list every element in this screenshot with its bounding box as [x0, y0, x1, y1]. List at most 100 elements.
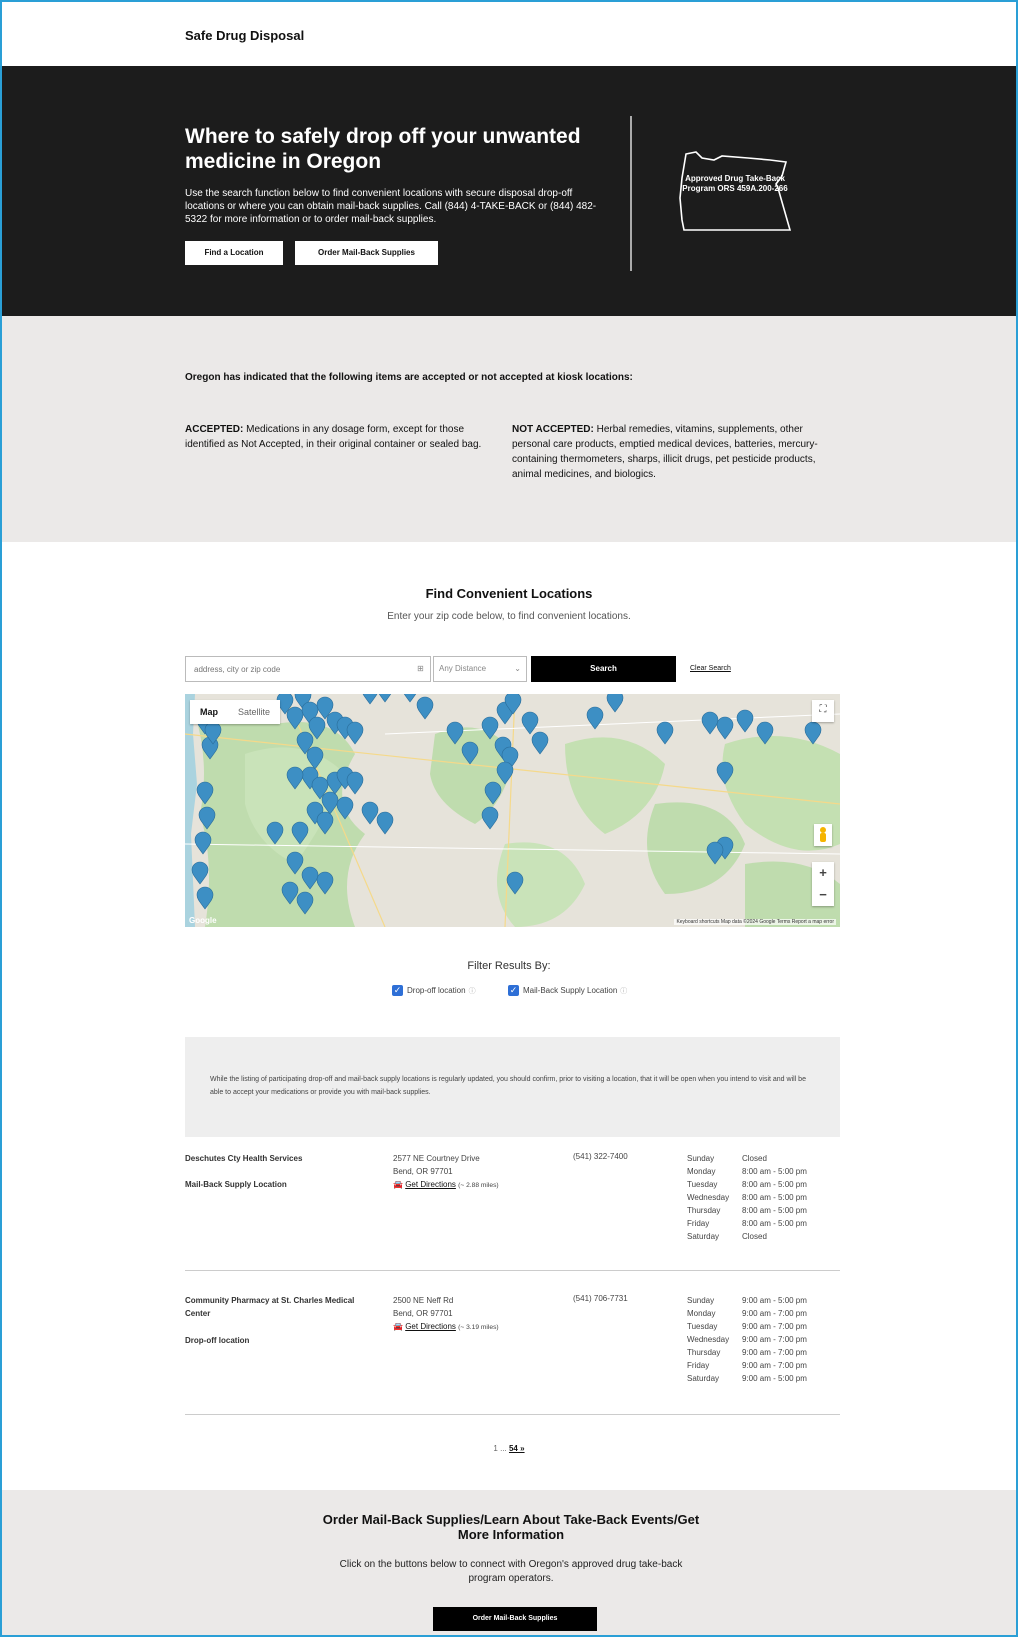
map-pin-icon[interactable]: [196, 781, 214, 805]
info-icon[interactable]: ⓘ: [620, 986, 627, 996]
map-pin-icon[interactable]: [346, 721, 364, 745]
map-pin-icon[interactable]: [804, 721, 822, 745]
pagination-prefix[interactable]: 1 ...: [493, 1444, 509, 1453]
map-pin-icon[interactable]: [316, 811, 334, 835]
directions-link[interactable]: 🚘 Get Directions (~ 2.88 miles): [393, 1178, 499, 1192]
clear-search-link[interactable]: Clear Search: [690, 665, 731, 672]
site-brand[interactable]: Safe Drug Disposal: [185, 28, 304, 43]
checkbox-checked-icon[interactable]: ✓: [392, 985, 403, 996]
map-pin-icon[interactable]: [361, 801, 379, 825]
map-pin-icon[interactable]: [336, 796, 354, 820]
zoom-control: + −: [812, 862, 834, 906]
result-name: Community Pharmacy at St. Charles Medica…: [185, 1296, 355, 1318]
hero-body: Use the search function below to find co…: [185, 188, 597, 225]
result-phone[interactable]: (541) 706-7731: [573, 1294, 628, 1303]
result-row: Community Pharmacy at St. Charles Medica…: [185, 1294, 840, 1394]
map-pin-icon[interactable]: [521, 711, 539, 735]
footer-title: Order Mail-Back Supplies/Learn About Tak…: [322, 1512, 700, 1542]
map-pin-icon[interactable]: [531, 731, 549, 755]
distance-label: (~ 3.19 miles): [458, 1324, 499, 1331]
map-pin-icon[interactable]: [301, 866, 319, 890]
map-pin-icon[interactable]: [656, 721, 674, 745]
pagination: 1 ... 54 »: [2, 1444, 1016, 1453]
hero-divider: [630, 116, 632, 271]
map-tab[interactable]: Map: [190, 700, 228, 724]
directions-link[interactable]: 🚘 Get Directions (~ 3.19 miles): [393, 1320, 499, 1334]
dropoff-filter-checkbox[interactable]: ✓ Drop-off location ⓘ: [392, 985, 476, 996]
not-accepted-column: NOT ACCEPTED: Herbal remedies, vitamins,…: [512, 422, 832, 482]
map-pin-icon[interactable]: [586, 706, 604, 730]
car-icon: 🚘: [393, 1322, 403, 1331]
pegman-icon[interactable]: [814, 824, 832, 846]
map-pin-icon[interactable]: [716, 716, 734, 740]
search-input[interactable]: [185, 656, 431, 682]
map-pin-icon[interactable]: [736, 709, 754, 733]
map-pin-icon[interactable]: [194, 831, 212, 855]
map-pin-icon[interactable]: [196, 886, 214, 910]
address-line-1: 2500 NE Neff Rd: [393, 1296, 454, 1305]
map-pin-icon[interactable]: [484, 781, 502, 805]
map-pin-icon[interactable]: [286, 706, 304, 730]
accepted-label: ACCEPTED:: [185, 424, 244, 435]
directions-label[interactable]: Get Directions: [405, 1180, 456, 1189]
map-pin-icon[interactable]: [461, 741, 479, 765]
hours-day: Tuesday: [687, 1180, 718, 1189]
satellite-tab[interactable]: Satellite: [228, 700, 280, 724]
map-pin-icon[interactable]: [266, 821, 284, 845]
result-phone[interactable]: (541) 322-7400: [573, 1152, 628, 1161]
hours-day: Sunday: [687, 1154, 715, 1163]
map-pin-icon[interactable]: [286, 766, 304, 790]
map-type-toggle[interactable]: Map Satellite: [190, 700, 281, 724]
map-pin-icon[interactable]: [506, 871, 524, 895]
map-pin-icon[interactable]: [286, 851, 304, 875]
map-pin-icon[interactable]: [606, 694, 624, 713]
hours-day: Sunday: [687, 1296, 715, 1305]
distance-select[interactable]: Any Distance ⌄: [433, 656, 527, 682]
map-pin-icon[interactable]: [756, 721, 774, 745]
hours-day: Tuesday: [687, 1322, 718, 1331]
order-mailback-button[interactable]: Order Mail-Back Supplies: [295, 241, 438, 265]
map-pin-icon[interactable]: [296, 891, 314, 915]
map-pin-icon[interactable]: [416, 696, 434, 720]
map-pin-icon[interactable]: [321, 791, 339, 815]
hours-day: Monday: [687, 1167, 716, 1176]
zoom-in-icon[interactable]: +: [812, 862, 834, 884]
pagination-last[interactable]: 54 »: [509, 1444, 525, 1453]
search-button[interactable]: Search: [531, 656, 676, 682]
footer-order-button[interactable]: Order Mail-Back Supplies: [433, 1607, 597, 1631]
directions-label[interactable]: Get Directions: [405, 1322, 456, 1331]
map-pin-icon[interactable]: [446, 721, 464, 745]
hours-time: 9:00 am - 7:00 pm: [742, 1309, 807, 1318]
map-pin-icon[interactable]: [346, 771, 364, 795]
map-pin-icon[interactable]: [481, 716, 499, 740]
map-pin-icon[interactable]: [376, 811, 394, 835]
accepted-column: ACCEPTED: Medications in any dosage form…: [185, 422, 485, 452]
hours-time: 9:00 am - 7:00 pm: [742, 1361, 807, 1370]
dropoff-filter-label: Drop-off location: [407, 986, 466, 995]
map-pin-icon[interactable]: [191, 861, 209, 885]
map-pin-icon[interactable]: [402, 694, 418, 703]
location-icon[interactable]: ⊞: [417, 664, 424, 673]
hours-time: 9:00 am - 7:00 pm: [742, 1322, 807, 1331]
fullscreen-icon[interactable]: ⛶: [812, 700, 834, 722]
info-icon[interactable]: ⓘ: [469, 986, 476, 996]
hours-time: 8:00 am - 5:00 pm: [742, 1219, 807, 1228]
map-pin-icon[interactable]: [306, 746, 324, 770]
find-location-button[interactable]: Find a Location: [185, 241, 283, 265]
map-pin-icon[interactable]: [291, 821, 309, 845]
map-pin-icon[interactable]: [481, 806, 499, 830]
map-pin-icon[interactable]: [198, 806, 216, 830]
map-pin-icon[interactable]: [701, 711, 719, 735]
map-pin-icon[interactable]: [716, 761, 734, 785]
checkbox-checked-icon[interactable]: ✓: [508, 985, 519, 996]
map-pin-icon[interactable]: [377, 694, 393, 703]
map-pin-icon[interactable]: [316, 871, 334, 895]
zoom-out-icon[interactable]: −: [812, 884, 834, 906]
location-map[interactable]: Map Satellite ⛶ + − Google Keyboard shor…: [185, 694, 840, 927]
map-attribution[interactable]: Keyboard shortcuts Map data ©2024 Google…: [674, 919, 836, 925]
map-pin-icon[interactable]: [281, 881, 299, 905]
mailback-filter-checkbox[interactable]: ✓ Mail-Back Supply Location ⓘ: [508, 985, 627, 996]
map-pin-icon[interactable]: [496, 761, 514, 785]
map-pin-icon[interactable]: [706, 841, 724, 865]
map-pin-icon[interactable]: [362, 694, 378, 705]
